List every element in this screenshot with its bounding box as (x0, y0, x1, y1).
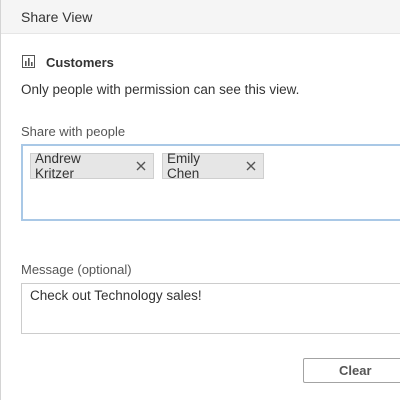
view-name: Customers (46, 54, 114, 70)
message-label: Message (optional) (21, 262, 132, 277)
person-chip-label: Emily Chen (167, 151, 200, 181)
share-view-dialog: Share View Customers Only people with pe… (0, 0, 400, 400)
dialog-title: Share View (21, 9, 93, 25)
person-chip-label: Andrew Kritzer (35, 151, 81, 181)
close-icon[interactable] (135, 160, 147, 172)
message-textarea[interactable]: Check out Technology sales! (21, 283, 400, 334)
person-chip: Andrew Kritzer (30, 151, 154, 181)
bar-chart-icon (21, 54, 37, 70)
share-with-label: Share with people (21, 124, 126, 139)
clear-button[interactable]: Clear (303, 358, 400, 383)
person-chip: Emily Chen (162, 151, 264, 181)
share-people-input[interactable]: Andrew Kritzer Emily Chen (21, 144, 400, 221)
view-row: Customers (21, 53, 114, 71)
close-icon[interactable] (245, 160, 257, 172)
dialog-titlebar: Share View (1, 0, 400, 34)
permission-text: Only people with permission can see this… (21, 82, 300, 97)
